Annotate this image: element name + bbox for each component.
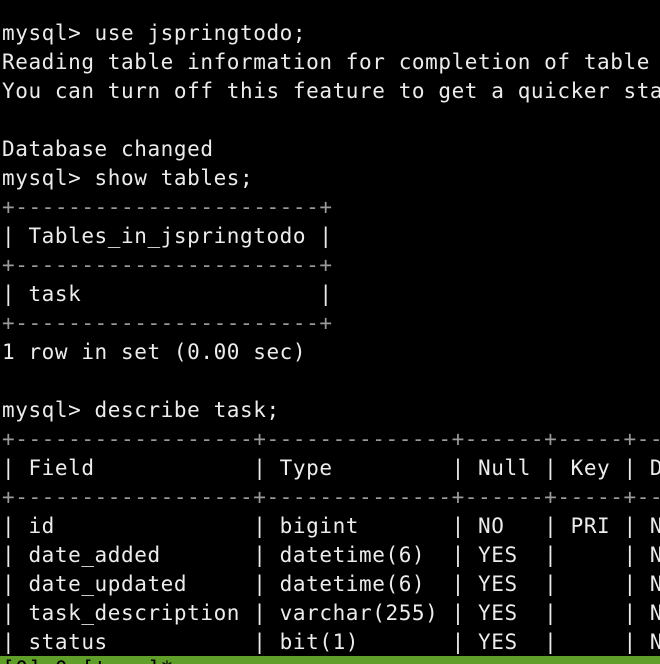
terminal-line-border: +-----------------------+ xyxy=(2,253,333,277)
terminal-line-table-row: | task_description | varchar(255) | YES … xyxy=(2,601,660,625)
terminal-line-border: +-----------------------+ xyxy=(2,311,333,335)
terminal-line-table-row: | status | bit(1) | YES | | NULL | | xyxy=(2,630,660,654)
terminal-line-prompt: mysql> use jspringtodo; xyxy=(2,21,307,45)
tmux-status-bar: [0] 0:[tmux]* xyxy=(0,656,660,664)
terminal-line-table-row: | date_added | datetime(6) | YES | | NUL… xyxy=(2,543,660,567)
status-bar-text: [0] 0:[tmux]* xyxy=(2,656,187,664)
terminal-line-border: +-----------------------+ xyxy=(2,195,333,219)
terminal-line-output: You can turn off this feature to get a q… xyxy=(2,79,660,103)
terminal-line-table-row: | id | bigint | NO | PRI | NULL | auto_i… xyxy=(2,514,660,538)
terminal-line-border: +------------------+--------------+-----… xyxy=(2,485,660,509)
terminal-line-table-row: | date_updated | datetime(6) | YES | | N… xyxy=(2,572,660,596)
terminal-line-table-row: | Tables_in_jspringtodo | xyxy=(2,224,333,248)
terminal-line-output: Reading table information for completion… xyxy=(2,50,650,74)
terminal-line-output: 1 row in set (0.00 sec) xyxy=(2,340,307,364)
terminal-line-border: +------------------+--------------+-----… xyxy=(2,427,660,451)
terminal-line-table-row: | Field | Type | Null | Key | Default | … xyxy=(2,456,660,480)
terminal-line-prompt: mysql> describe task; xyxy=(2,398,280,422)
terminal-line-table-row: | task | xyxy=(2,282,333,306)
terminal-line-output: Database changed xyxy=(2,137,214,161)
terminal-line-prompt: mysql> show tables; xyxy=(2,166,254,190)
terminal-output: mysql> use jspringtodo; Reading table inf… xyxy=(2,19,660,657)
terminal-window[interactable]: mysql> use jspringtodo; Reading table inf… xyxy=(0,0,660,664)
